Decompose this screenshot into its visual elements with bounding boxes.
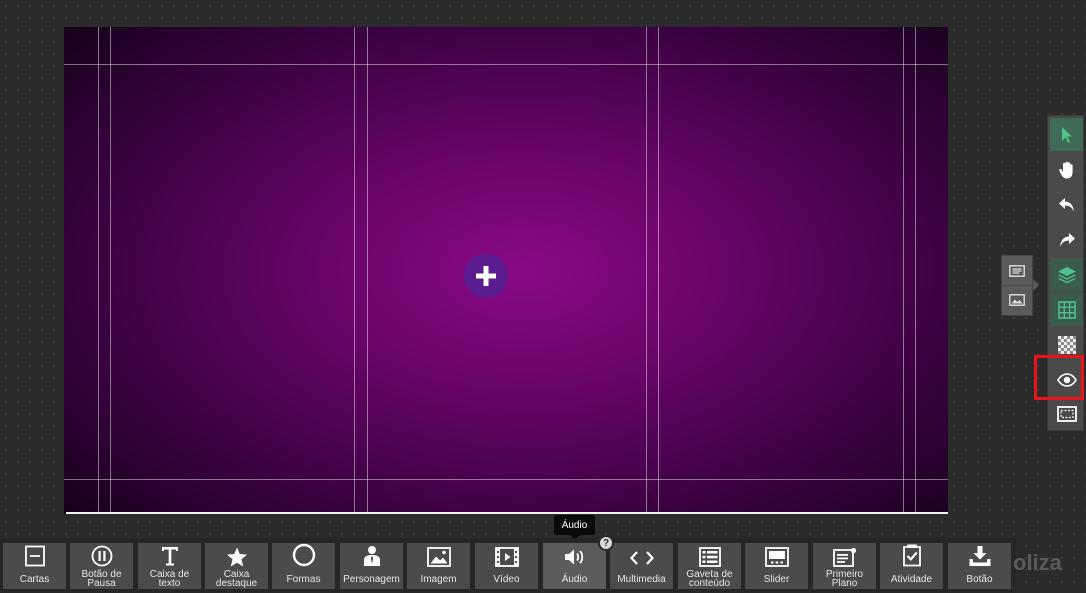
guide-vertical xyxy=(98,27,99,514)
guide-vertical xyxy=(658,27,659,514)
brand-logo-text: oliza xyxy=(1013,550,1062,575)
drawer-icon xyxy=(698,547,721,567)
pan-tool-button[interactable] xyxy=(1050,153,1083,186)
tool-label: Áudio xyxy=(561,573,588,585)
grid-icon xyxy=(1057,300,1076,319)
mini-panel-pointer xyxy=(1033,279,1039,291)
right-toolbar xyxy=(1047,115,1084,431)
text-layer-button[interactable] xyxy=(1002,256,1032,285)
redo-icon xyxy=(1059,232,1075,247)
image-icon xyxy=(426,547,451,567)
slider-icon xyxy=(764,547,789,567)
tool-label: Gaveta de conteúdo xyxy=(686,569,733,589)
tool-cartas[interactable]: Cartas xyxy=(3,543,66,589)
guide-vertical xyxy=(110,27,111,514)
tool-label: Personagem xyxy=(343,573,400,585)
tool-botao[interactable]: Botão xyxy=(948,543,1011,589)
tool-gaveta-de-conteudo[interactable]: Gaveta de conteúdo xyxy=(678,543,741,589)
tool-audio[interactable]: Áudio xyxy=(543,543,606,589)
download-icon xyxy=(969,546,990,566)
tool-label: Botão de Pausa xyxy=(81,569,122,589)
tool-label: Formas xyxy=(286,573,321,585)
tool-formas[interactable]: Formas xyxy=(272,543,335,589)
tool-label: Vídeo xyxy=(493,573,520,585)
layers-icon xyxy=(1057,266,1076,283)
transparency-button[interactable] xyxy=(1050,328,1083,361)
pause-icon xyxy=(91,545,112,567)
tool-personagem[interactable]: Personagem xyxy=(340,543,403,589)
circle-icon xyxy=(292,543,315,567)
tool-label: Caixa destaque xyxy=(215,569,258,589)
tool-video[interactable]: Vídeo xyxy=(475,543,538,589)
tool-atividade[interactable]: Atividade xyxy=(880,543,943,589)
checker-icon xyxy=(1057,335,1076,354)
text-icon xyxy=(161,547,178,566)
guide-horizontal xyxy=(64,479,948,480)
undo-button[interactable] xyxy=(1050,188,1083,221)
layer-mini-panel xyxy=(1001,255,1033,316)
star-icon xyxy=(226,547,247,567)
tool-primeiro-plano[interactable]: Primeiro Plano xyxy=(813,543,876,589)
redo-button[interactable] xyxy=(1050,223,1083,256)
grid-button[interactable] xyxy=(1050,293,1083,326)
help-badge[interactable]: ? xyxy=(598,535,614,551)
tool-label: Multimedia xyxy=(617,573,666,585)
canvas-bottom-edge xyxy=(66,512,948,514)
frame-icon xyxy=(1056,405,1077,422)
guide-vertical xyxy=(646,27,647,514)
undo-icon xyxy=(1058,197,1074,212)
eye-icon xyxy=(1056,372,1077,387)
hand-icon xyxy=(1058,161,1073,178)
tool-caixa-de-texto[interactable]: Caixa de texto xyxy=(138,543,201,589)
select-tool-button[interactable] xyxy=(1050,118,1083,151)
clipboard-check-icon xyxy=(902,544,921,567)
tool-label: Atividade xyxy=(890,573,933,585)
guide-vertical xyxy=(354,27,355,514)
text-layer-icon xyxy=(1009,264,1025,277)
cards-icon xyxy=(24,545,45,567)
bottom-toolbar: Cartas Botão de Pausa Caixa de texto Cai… xyxy=(0,538,1016,593)
preview-button[interactable] xyxy=(1050,363,1083,396)
tool-multimedia[interactable]: Multimedia xyxy=(610,543,673,589)
tool-caixa-destaque[interactable]: Caixa destaque xyxy=(205,543,268,589)
layers-button[interactable] xyxy=(1050,258,1083,291)
image-layer-icon xyxy=(1009,294,1025,306)
tooltip: Áudio xyxy=(554,515,595,540)
tool-slider[interactable]: Slider xyxy=(745,543,808,589)
guide-horizontal xyxy=(64,64,948,65)
plus-icon xyxy=(476,266,496,286)
tool-botao-de-pausa[interactable]: Botão de Pausa xyxy=(70,543,133,589)
code-icon xyxy=(629,551,654,565)
image-layer-button[interactable] xyxy=(1002,285,1032,314)
tool-label: Imagem xyxy=(420,573,457,585)
cursor-icon xyxy=(1061,126,1072,143)
safe-area-button[interactable] xyxy=(1050,397,1083,430)
person-icon xyxy=(363,546,380,566)
add-element-button[interactable] xyxy=(464,254,508,298)
guide-vertical xyxy=(915,27,916,514)
film-icon xyxy=(494,547,519,567)
tool-label: Botão xyxy=(966,573,993,585)
speaker-icon xyxy=(564,549,583,565)
guide-vertical xyxy=(903,27,904,514)
tool-label: Slider xyxy=(763,573,790,585)
guide-vertical xyxy=(367,27,368,514)
tool-label: Cartas xyxy=(19,573,50,585)
tool-label: Caixa de texto xyxy=(149,569,190,589)
tool-imagem[interactable]: Imagem xyxy=(407,543,470,589)
slide-canvas[interactable] xyxy=(64,27,948,514)
tool-label: Primeiro Plano xyxy=(825,569,864,589)
foreground-icon xyxy=(832,547,856,567)
